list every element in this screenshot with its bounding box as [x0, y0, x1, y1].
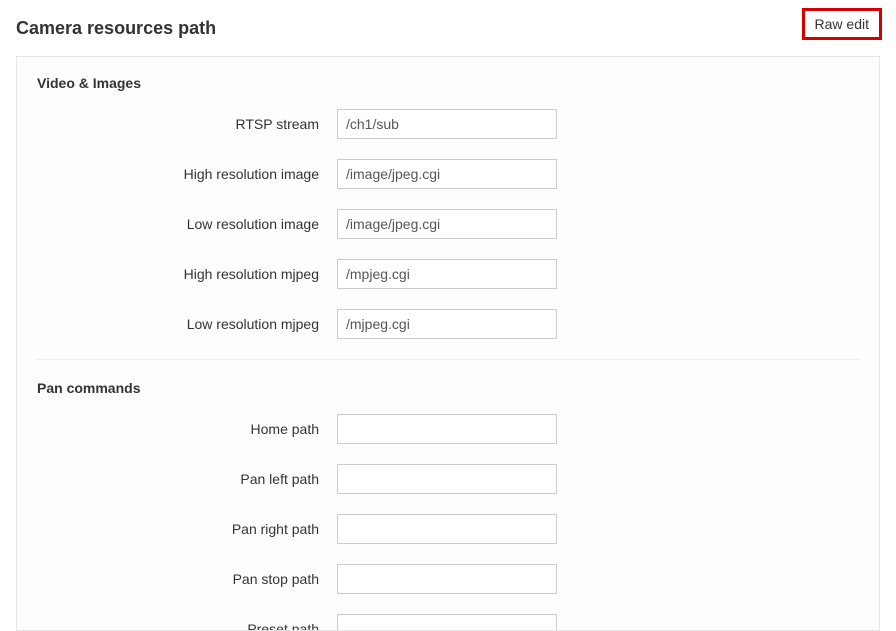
label-rtsp-stream: RTSP stream	[37, 116, 337, 132]
form-row-pan-right-path: Pan right path	[37, 514, 859, 544]
form-row-high-res-mjpeg: High resolution mjpeg	[37, 259, 859, 289]
page-title: Camera resources path	[16, 18, 216, 39]
settings-panel: Video & Images RTSP stream High resoluti…	[16, 56, 880, 631]
label-pan-stop-path: Pan stop path	[37, 571, 337, 587]
raw-edit-highlight: Raw edit	[804, 10, 880, 38]
label-high-res-mjpeg: High resolution mjpeg	[37, 266, 337, 282]
input-pan-left-path[interactable]	[337, 464, 557, 494]
label-low-res-image: Low resolution image	[37, 216, 337, 232]
input-pan-right-path[interactable]	[337, 514, 557, 544]
label-high-res-image: High resolution image	[37, 166, 337, 182]
label-pan-left-path: Pan left path	[37, 471, 337, 487]
form-row-low-res-image: Low resolution image	[37, 209, 859, 239]
section-title-pan-commands: Pan commands	[37, 380, 859, 396]
input-preset-path[interactable]	[337, 614, 557, 631]
label-low-res-mjpeg: Low resolution mjpeg	[37, 316, 337, 332]
input-rtsp-stream[interactable]	[337, 109, 557, 139]
form-row-rtsp-stream: RTSP stream	[37, 109, 859, 139]
raw-edit-button[interactable]: Raw edit	[804, 10, 880, 38]
form-row-preset-path: Preset path	[37, 614, 859, 631]
form-row-low-res-mjpeg: Low resolution mjpeg	[37, 309, 859, 339]
input-low-res-image[interactable]	[337, 209, 557, 239]
input-high-res-mjpeg[interactable]	[337, 259, 557, 289]
section-title-video-images: Video & Images	[37, 75, 859, 91]
label-pan-right-path: Pan right path	[37, 521, 337, 537]
input-low-res-mjpeg[interactable]	[337, 309, 557, 339]
form-row-pan-stop-path: Pan stop path	[37, 564, 859, 594]
form-row-high-res-image: High resolution image	[37, 159, 859, 189]
label-home-path: Home path	[37, 421, 337, 437]
form-row-pan-left-path: Pan left path	[37, 464, 859, 494]
section-divider	[37, 359, 859, 360]
form-row-home-path: Home path	[37, 414, 859, 444]
header-row: Camera resources path Raw edit	[0, 0, 896, 56]
input-pan-stop-path[interactable]	[337, 564, 557, 594]
input-high-res-image[interactable]	[337, 159, 557, 189]
input-home-path[interactable]	[337, 414, 557, 444]
